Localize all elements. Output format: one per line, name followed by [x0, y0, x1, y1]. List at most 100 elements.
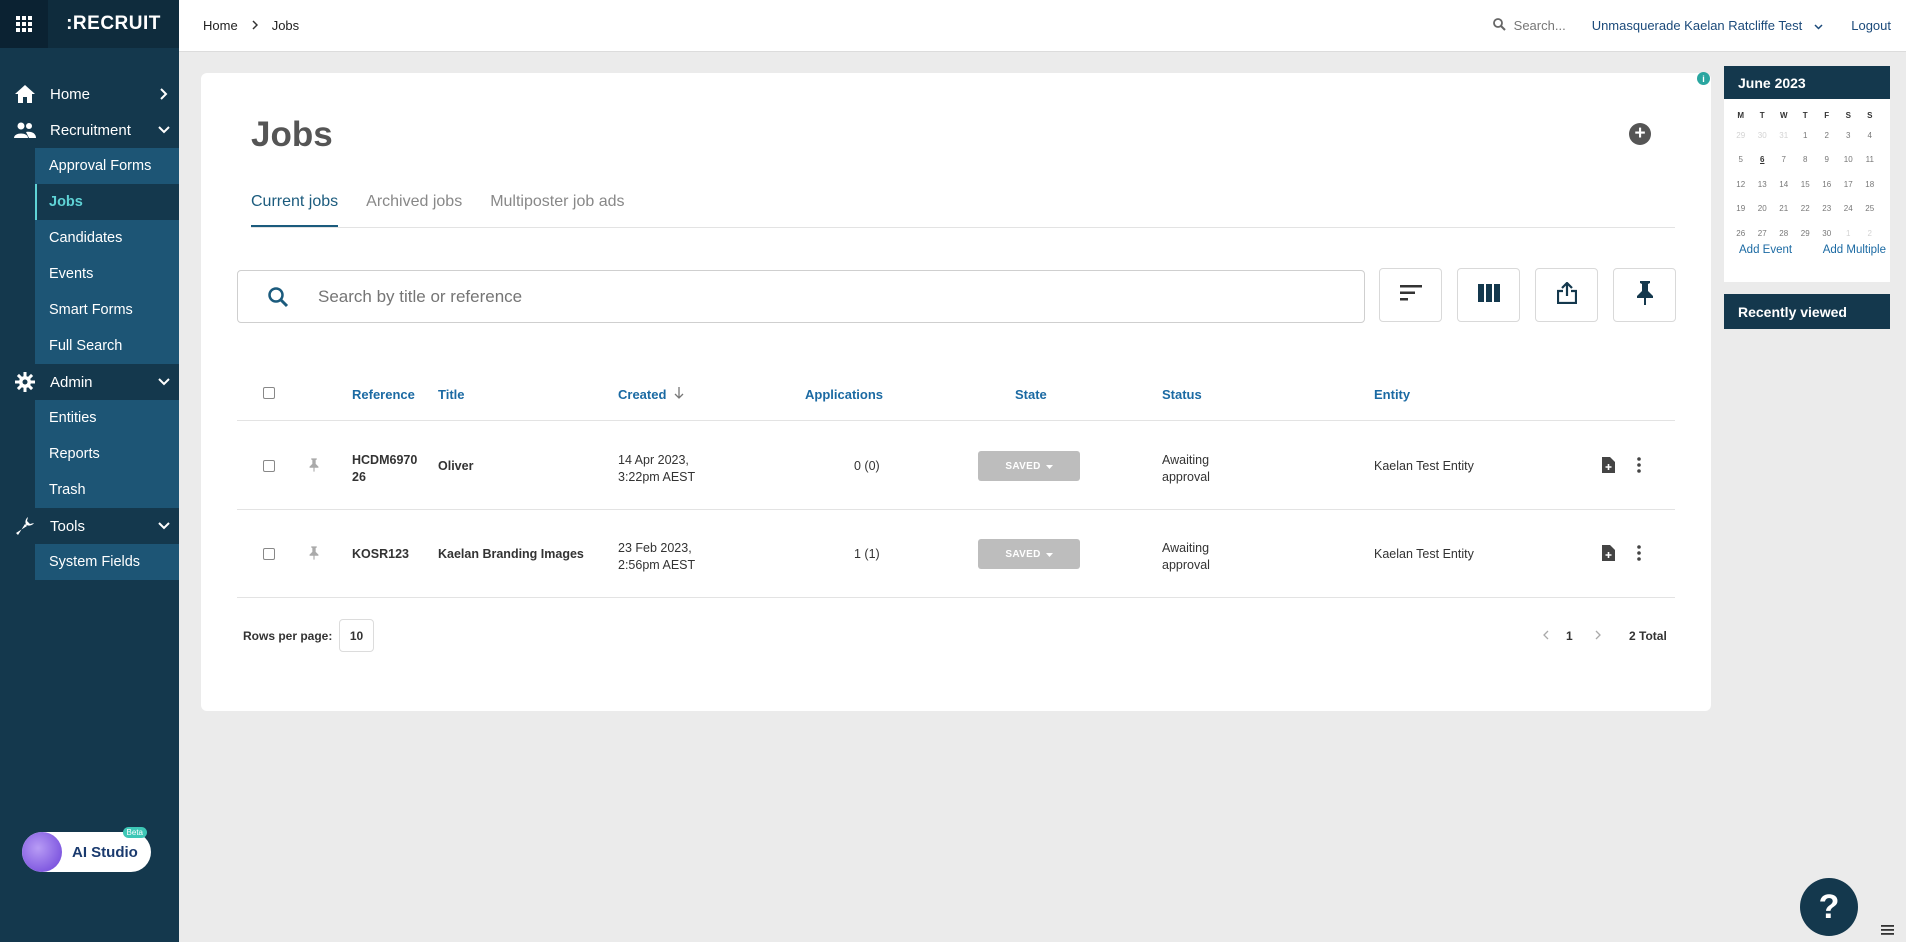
more-options-icon[interactable]	[1637, 457, 1641, 476]
sidebar-item-recruitment[interactable]: Recruitment	[0, 112, 179, 148]
state-dropdown[interactable]: SAVED	[978, 539, 1080, 569]
breadcrumb-home[interactable]: Home	[203, 18, 238, 33]
sidebar-item-events[interactable]: Events	[35, 256, 179, 292]
calendar-day[interactable]: 12	[1730, 172, 1752, 197]
calendar-day[interactable]: 9	[1816, 148, 1838, 173]
calendar-day[interactable]: 28	[1773, 221, 1795, 246]
add-event-link[interactable]: Add Event	[1739, 244, 1792, 256]
calendar-day[interactable]: 4	[1859, 123, 1881, 148]
current-page[interactable]: 1	[1566, 629, 1573, 643]
column-state[interactable]: State	[1015, 387, 1047, 402]
add-multiple-link[interactable]: Add Multiple	[1823, 244, 1886, 256]
ai-studio-button[interactable]: AI Studio Beta	[22, 827, 151, 872]
table-row[interactable]: KOSR123 Kaelan Branding Images 23 Feb 20…	[237, 510, 1675, 598]
sidebar-item-trash[interactable]: Trash	[35, 472, 179, 508]
sidebar-header: :RECRUIT	[0, 0, 179, 48]
columns-button[interactable]	[1457, 268, 1520, 322]
sort-button[interactable]	[1379, 268, 1442, 322]
global-search[interactable]: Search...	[1492, 17, 1566, 34]
job-applications[interactable]: 1 (1)	[854, 547, 880, 561]
calendar-day[interactable]: 29	[1730, 123, 1752, 148]
calendar-day[interactable]: 2	[1859, 221, 1881, 246]
calendar-day[interactable]: 2	[1816, 123, 1838, 148]
sidebar-item-entities[interactable]: Entities	[35, 400, 179, 436]
export-button[interactable]	[1535, 268, 1598, 322]
column-reference[interactable]: Reference	[352, 387, 415, 402]
select-all-checkbox[interactable]	[263, 387, 275, 399]
calendar-day[interactable]: 29	[1795, 221, 1817, 246]
calendar-day[interactable]: 7	[1773, 148, 1795, 173]
sidebar-item-candidates[interactable]: Candidates	[35, 220, 179, 256]
job-applications[interactable]: 0 (0)	[854, 459, 880, 473]
add-document-icon[interactable]	[1602, 457, 1615, 476]
tab-multiposter-job-ads[interactable]: Multiposter job ads	[490, 193, 624, 227]
calendar-day[interactable]: 5	[1730, 148, 1752, 173]
sidebar-item-approval-forms[interactable]: Approval Forms	[35, 148, 179, 184]
calendar-day[interactable]: 23	[1816, 197, 1838, 222]
sidebar-item-system-fields[interactable]: System Fields	[35, 544, 179, 580]
column-created[interactable]: Created	[618, 387, 684, 402]
info-icon[interactable]: i	[1697, 72, 1710, 85]
job-search-input[interactable]	[318, 286, 1364, 307]
calendar-day[interactable]: 18	[1859, 172, 1881, 197]
user-menu[interactable]: Unmasquerade Kaelan Ratcliffe Test	[1592, 18, 1824, 33]
recently-viewed-header[interactable]: Recently viewed	[1724, 294, 1890, 329]
pin-icon[interactable]	[309, 546, 319, 563]
sidebar-item-home[interactable]: Home	[0, 76, 179, 112]
sidebar-item-full-search[interactable]: Full Search	[35, 328, 179, 364]
calendar-day[interactable]: 19	[1730, 197, 1752, 222]
sidebar-item-tools[interactable]: Tools	[0, 508, 179, 544]
table-row[interactable]: HCDM6970 26 Oliver 14 Apr 2023, 3:22pm A…	[237, 422, 1675, 510]
row-checkbox[interactable]	[263, 548, 275, 560]
menu-icon[interactable]	[1881, 922, 1894, 938]
calendar-day[interactable]: 13	[1752, 172, 1774, 197]
row-checkbox[interactable]	[263, 460, 275, 472]
calendar-day[interactable]: 30	[1752, 123, 1774, 148]
column-entity[interactable]: Entity	[1374, 387, 1410, 402]
calendar-day[interactable]: 25	[1859, 197, 1881, 222]
calendar-day[interactable]: 10	[1838, 148, 1860, 173]
sidebar-item-reports[interactable]: Reports	[35, 436, 179, 472]
calendar-day[interactable]: 20	[1752, 197, 1774, 222]
column-title[interactable]: Title	[438, 387, 465, 402]
calendar-day[interactable]: 21	[1773, 197, 1795, 222]
job-title[interactable]: Kaelan Branding Images	[438, 547, 584, 561]
calendar-day[interactable]: 22	[1795, 197, 1817, 222]
calendar-day[interactable]: 26	[1730, 221, 1752, 246]
calendar-day[interactable]: 17	[1838, 172, 1860, 197]
calendar-day[interactable]: 27	[1752, 221, 1774, 246]
logout-link[interactable]: Logout	[1851, 18, 1891, 33]
app-grid-icon[interactable]	[0, 0, 48, 48]
brand-logo[interactable]: :RECRUIT	[48, 13, 179, 35]
calendar-day[interactable]: 11	[1859, 148, 1881, 173]
calendar-day-today[interactable]: 6	[1752, 148, 1774, 173]
calendar-day[interactable]: 3	[1838, 123, 1860, 148]
sidebar-item-admin[interactable]: Admin	[0, 364, 179, 400]
calendar-day[interactable]: 15	[1795, 172, 1817, 197]
column-applications[interactable]: Applications	[805, 387, 883, 402]
add-document-icon[interactable]	[1602, 545, 1615, 564]
chevron-right-icon[interactable]	[1595, 629, 1601, 643]
tab-current-jobs[interactable]: Current jobs	[251, 193, 339, 227]
calendar-day[interactable]: 8	[1795, 148, 1817, 173]
pin-icon[interactable]	[309, 458, 319, 475]
help-button[interactable]: ?	[1800, 878, 1858, 936]
state-dropdown[interactable]: SAVED	[978, 451, 1080, 481]
calendar-day[interactable]: 1	[1838, 221, 1860, 246]
sidebar-item-smart-forms[interactable]: Smart Forms	[35, 292, 179, 328]
calendar-day[interactable]: 24	[1838, 197, 1860, 222]
calendar-day[interactable]: 30	[1816, 221, 1838, 246]
pin-button[interactable]	[1613, 268, 1676, 322]
sidebar-item-jobs[interactable]: Jobs	[35, 184, 179, 220]
column-status[interactable]: Status	[1162, 387, 1202, 402]
calendar-day[interactable]: 14	[1773, 172, 1795, 197]
calendar-day[interactable]: 16	[1816, 172, 1838, 197]
calendar-day[interactable]: 31	[1773, 123, 1795, 148]
add-job-button[interactable]: +	[1629, 123, 1651, 145]
tab-archived-jobs[interactable]: Archived jobs	[366, 193, 462, 227]
job-title[interactable]: Oliver	[438, 459, 473, 473]
more-options-icon[interactable]	[1637, 545, 1641, 564]
calendar-day[interactable]: 1	[1795, 123, 1817, 148]
chevron-left-icon[interactable]	[1543, 629, 1549, 643]
rows-per-page-select[interactable]: 10	[339, 619, 374, 652]
